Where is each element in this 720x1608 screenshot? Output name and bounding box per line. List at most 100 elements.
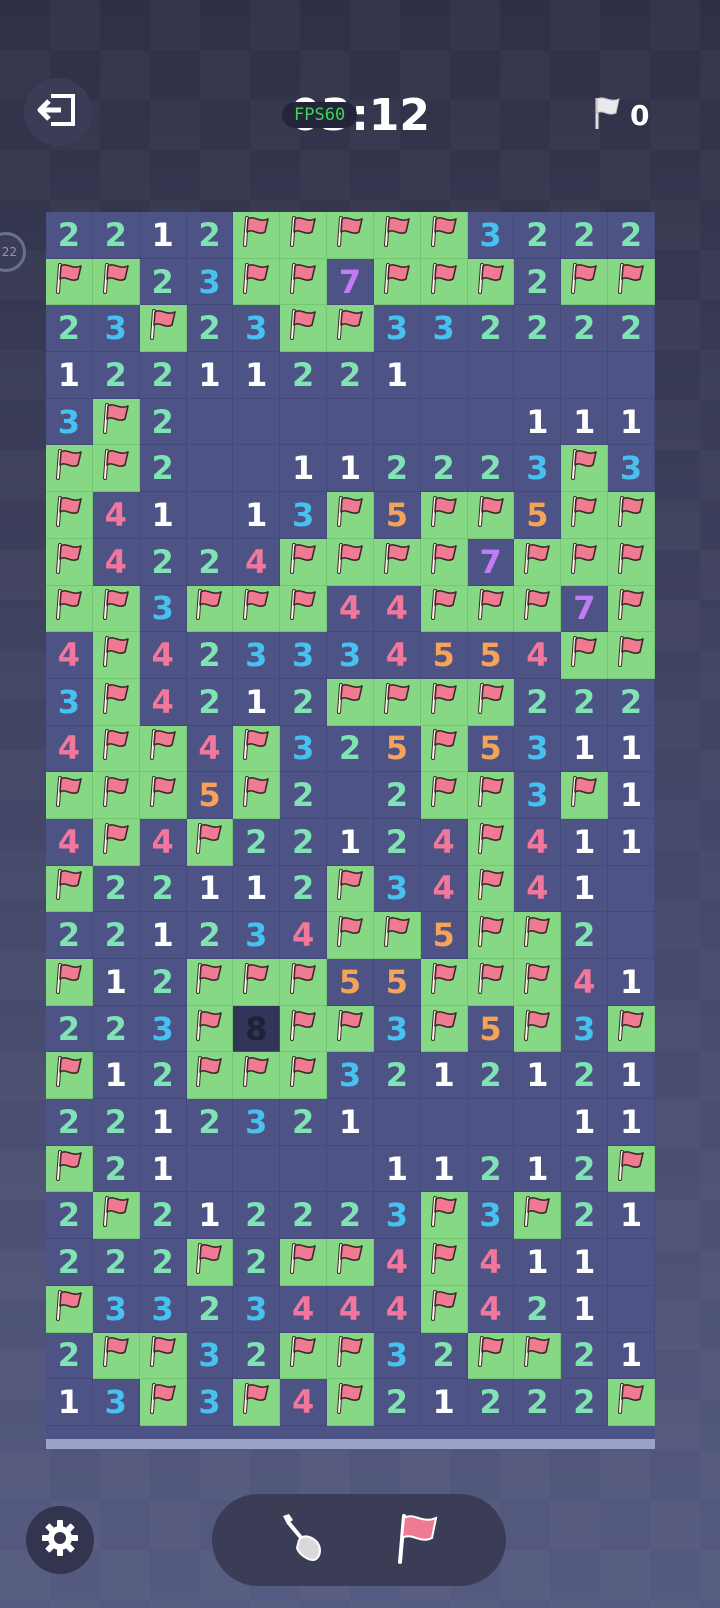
exit-button[interactable] bbox=[24, 78, 92, 146]
flagged-cell[interactable] bbox=[420, 725, 468, 773]
number-cell[interactable]: 3 bbox=[561, 1005, 609, 1053]
flagged-cell[interactable] bbox=[327, 912, 374, 959]
number-cell[interactable]: 2 bbox=[608, 212, 655, 259]
flagged-cell[interactable] bbox=[280, 585, 328, 633]
number-cell[interactable]: 2 bbox=[467, 1145, 515, 1193]
flagged-cell[interactable] bbox=[92, 1192, 140, 1240]
number-cell[interactable]: 2 bbox=[514, 212, 562, 259]
number-cell[interactable]: 1 bbox=[139, 1145, 187, 1193]
number-cell[interactable]: 2 bbox=[186, 632, 234, 679]
number-cell[interactable]: 1 bbox=[233, 865, 281, 913]
flagged-cell[interactable] bbox=[280, 959, 328, 1006]
number-cell[interactable]: 4 bbox=[233, 538, 281, 586]
number-cell[interactable]: 2 bbox=[92, 1145, 140, 1193]
flagged-cell[interactable] bbox=[608, 1379, 655, 1426]
flagged-cell[interactable] bbox=[420, 585, 468, 633]
number-cell[interactable]: 4 bbox=[186, 725, 234, 773]
flagged-cell[interactable] bbox=[46, 865, 93, 913]
number-cell[interactable]: 3 bbox=[373, 305, 421, 353]
flagged-cell[interactable] bbox=[139, 1332, 187, 1380]
flagged-cell[interactable] bbox=[420, 678, 468, 726]
number-cell[interactable]: 5 bbox=[373, 725, 421, 773]
flagged-cell[interactable] bbox=[467, 865, 515, 913]
number-cell[interactable]: 1 bbox=[420, 1052, 468, 1100]
number-cell[interactable]: 1 bbox=[373, 352, 421, 399]
number-cell[interactable]: 1 bbox=[561, 398, 609, 446]
number-cell[interactable]: 5 bbox=[186, 772, 234, 819]
flagged-cell[interactable] bbox=[514, 912, 562, 959]
number-cell[interactable]: 2 bbox=[514, 1379, 562, 1426]
number-cell[interactable]: 7 bbox=[561, 585, 609, 633]
number-cell[interactable]: 2 bbox=[280, 865, 328, 913]
flagged-cell[interactable] bbox=[280, 258, 328, 306]
number-cell[interactable]: 3 bbox=[514, 725, 562, 773]
empty-cell[interactable] bbox=[514, 1099, 562, 1146]
flagged-cell[interactable] bbox=[92, 398, 140, 446]
empty-cell[interactable] bbox=[327, 398, 374, 446]
empty-cell[interactable] bbox=[608, 1239, 655, 1286]
number-cell[interactable]: 1 bbox=[514, 1145, 562, 1193]
number-cell[interactable]: 1 bbox=[561, 1285, 609, 1333]
number-cell[interactable]: 2 bbox=[373, 1052, 421, 1100]
number-cell[interactable]: 4 bbox=[373, 1285, 421, 1333]
flagged-cell[interactable] bbox=[467, 959, 515, 1006]
number-cell[interactable]: 1 bbox=[608, 1099, 655, 1146]
number-cell[interactable]: 2 bbox=[373, 772, 421, 819]
empty-cell[interactable] bbox=[467, 352, 515, 399]
number-cell[interactable]: 1 bbox=[608, 725, 655, 773]
flagged-cell[interactable] bbox=[467, 912, 515, 959]
number-cell[interactable]: 3 bbox=[280, 725, 328, 773]
flagged-cell[interactable] bbox=[139, 1379, 187, 1426]
flagged-cell[interactable] bbox=[233, 258, 281, 306]
flagged-cell[interactable] bbox=[139, 305, 187, 353]
empty-cell[interactable] bbox=[327, 1145, 374, 1193]
number-cell[interactable]: 4 bbox=[373, 585, 421, 633]
number-cell[interactable]: 1 bbox=[420, 1379, 468, 1426]
flagged-cell[interactable] bbox=[420, 772, 468, 819]
flagged-cell[interactable] bbox=[186, 1052, 234, 1100]
number-cell[interactable]: 1 bbox=[327, 818, 374, 866]
flagged-cell[interactable] bbox=[467, 585, 515, 633]
empty-cell[interactable] bbox=[608, 865, 655, 913]
flagged-cell[interactable] bbox=[327, 1379, 374, 1426]
number-cell[interactable]: 4 bbox=[373, 632, 421, 679]
number-cell[interactable]: 2 bbox=[186, 678, 234, 726]
empty-cell[interactable] bbox=[420, 1099, 468, 1146]
number-cell[interactable]: 3 bbox=[327, 632, 374, 679]
flagged-cell[interactable] bbox=[186, 1005, 234, 1053]
flagged-cell[interactable] bbox=[139, 772, 187, 819]
number-cell[interactable]: 1 bbox=[233, 492, 281, 539]
number-cell[interactable]: 1 bbox=[327, 1099, 374, 1146]
number-cell[interactable]: 2 bbox=[92, 865, 140, 913]
number-cell[interactable]: 3 bbox=[280, 632, 328, 679]
number-cell[interactable]: 1 bbox=[608, 1332, 655, 1380]
number-cell[interactable]: 5 bbox=[373, 959, 421, 1006]
number-cell[interactable]: 1 bbox=[186, 352, 234, 399]
flagged-cell[interactable] bbox=[327, 305, 374, 353]
number-cell[interactable]: 3 bbox=[92, 1379, 140, 1426]
flagged-cell[interactable] bbox=[186, 818, 234, 866]
flagged-cell[interactable] bbox=[467, 258, 515, 306]
flagged-cell[interactable] bbox=[467, 678, 515, 726]
flagged-cell[interactable] bbox=[420, 492, 468, 539]
number-cell[interactable]: 2 bbox=[561, 305, 609, 353]
number-cell[interactable]: 2 bbox=[280, 678, 328, 726]
flagged-cell[interactable] bbox=[561, 492, 609, 539]
number-cell[interactable]: 4 bbox=[92, 538, 140, 586]
number-cell[interactable]: 3 bbox=[139, 585, 187, 633]
flagged-cell[interactable] bbox=[467, 772, 515, 819]
flagged-cell[interactable] bbox=[233, 725, 281, 773]
number-cell[interactable]: 2 bbox=[608, 678, 655, 726]
flagged-cell[interactable] bbox=[92, 632, 140, 679]
number-cell[interactable]: 1 bbox=[608, 398, 655, 446]
number-cell[interactable]: 2 bbox=[186, 1099, 234, 1146]
flag-tool-button[interactable] bbox=[386, 1508, 450, 1572]
flagged-cell[interactable] bbox=[280, 1052, 328, 1100]
number-cell[interactable]: 3 bbox=[608, 445, 655, 493]
number-cell[interactable]: 2 bbox=[420, 445, 468, 493]
number-cell[interactable]: 2 bbox=[139, 258, 187, 306]
number-cell[interactable]: 2 bbox=[561, 1052, 609, 1100]
number-cell[interactable]: 7 bbox=[467, 538, 515, 586]
number-cell[interactable]: 4 bbox=[46, 725, 93, 773]
empty-cell[interactable] bbox=[561, 352, 609, 399]
